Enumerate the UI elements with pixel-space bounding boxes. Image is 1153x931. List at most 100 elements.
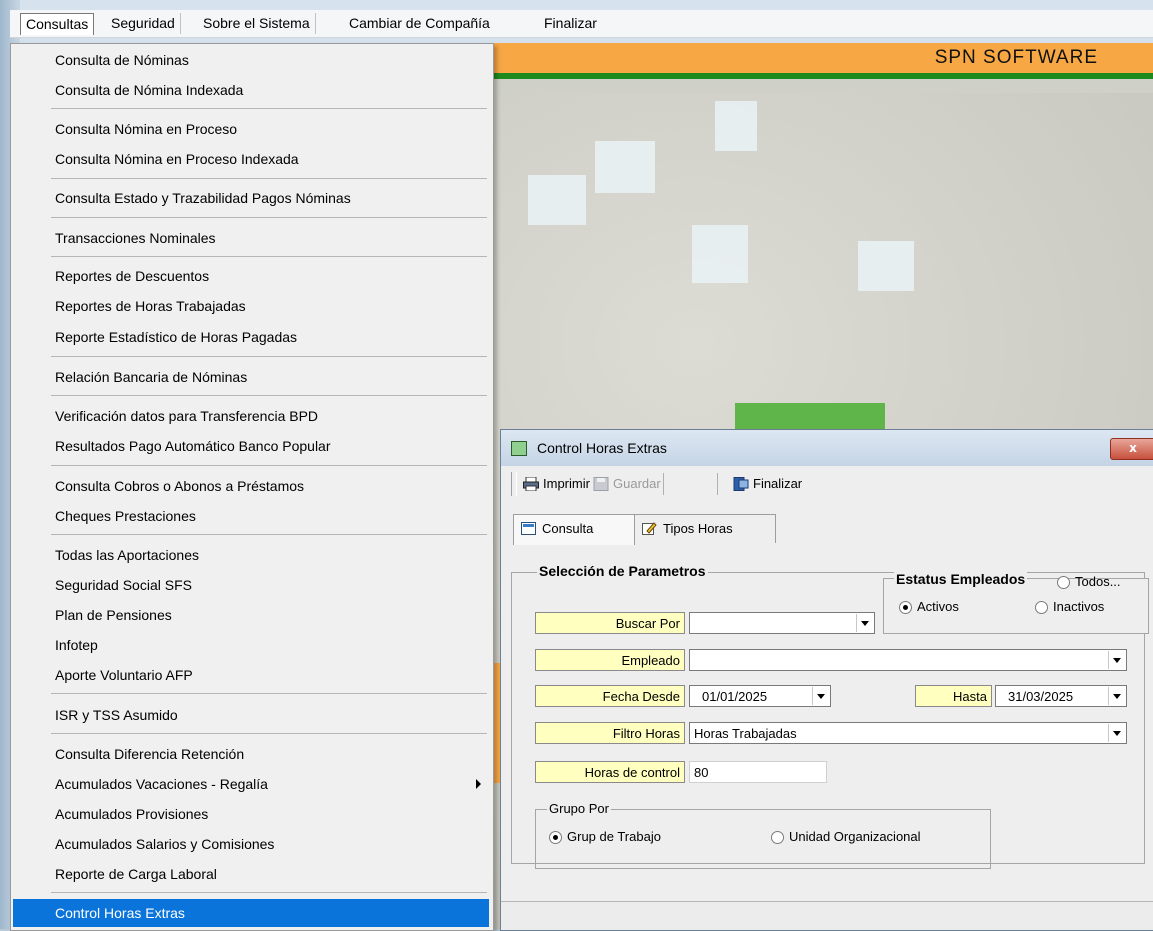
exit-door-icon: [733, 477, 749, 491]
radio-activos-label: Activos: [917, 599, 959, 614]
menu-separator: [51, 256, 487, 257]
radio-dot-checked: [549, 831, 562, 844]
fecha-desde-picker[interactable]: 01/01/2025: [689, 685, 831, 707]
empleado-combo[interactable]: [689, 649, 1127, 671]
wallpaper-note: [595, 141, 655, 193]
radio-unidad-organizacional[interactable]: Unidad Organizacional: [771, 828, 921, 846]
empleado-label: Empleado: [535, 649, 685, 671]
menu-finalizar[interactable]: Finalizar: [539, 13, 602, 34]
menu-item-acumulados-provisiones[interactable]: Acumulados Provisiones: [13, 800, 489, 828]
submenu-arrow-icon: [476, 779, 481, 789]
print-button[interactable]: Imprimir: [523, 474, 590, 494]
wallpaper-note: [692, 225, 748, 283]
dialog-status-bar: [501, 901, 1153, 930]
hasta-label: Hasta: [915, 685, 992, 707]
menu-item-seguridad-social-sfs[interactable]: Seguridad Social SFS: [13, 571, 489, 599]
chevron-down-icon[interactable]: [856, 614, 873, 632]
dialog-titlebar[interactable]: Control Horas Extras x: [501, 430, 1153, 466]
estatus-group-title: Estatus Empleados: [894, 571, 1027, 587]
menu-separator: [51, 892, 487, 893]
hasta-value: 31/03/2025: [1008, 689, 1073, 704]
menu-item-label: Acumulados Vacaciones - Regalía: [55, 776, 268, 792]
menu-consultas[interactable]: Consultas: [20, 13, 94, 35]
menu-item-nomina-en-proceso[interactable]: Consulta Nómina en Proceso: [13, 115, 489, 143]
tab-consulta[interactable]: Consulta: [513, 514, 635, 545]
printer-icon: [523, 477, 539, 491]
menu-separator: [51, 108, 487, 109]
menu-item-diferencia-retencion[interactable]: Consulta Diferencia Retención: [13, 740, 489, 768]
menu-item-cobros-prestamos[interactable]: Consulta Cobros o Abonos a Préstamos: [13, 472, 489, 500]
tab-tipos-horas[interactable]: Tipos Horas: [634, 514, 776, 543]
menu-separator: [51, 178, 487, 179]
chevron-down-icon[interactable]: [1108, 651, 1125, 669]
menu-item-plan-pensiones[interactable]: Plan de Pensiones: [13, 601, 489, 629]
menu-item-infotep[interactable]: Infotep: [13, 631, 489, 659]
menu-item-isr-tss[interactable]: ISR y TSS Asumido: [13, 701, 489, 729]
exit-button[interactable]: Finalizar: [733, 474, 802, 494]
horas-control-label: Horas de control: [535, 761, 685, 783]
menu-item-salarios-comisiones[interactable]: Acumulados Salarios y Comisiones: [13, 830, 489, 858]
menu-seguridad[interactable]: Seguridad: [106, 13, 181, 34]
chevron-down-icon[interactable]: [1108, 687, 1125, 705]
menu-item-control-horas-extras[interactable]: Control Horas Extras: [13, 899, 489, 927]
menu-item-aporte-voluntario-afp[interactable]: Aporte Voluntario AFP: [13, 661, 489, 689]
filtro-horas-combo[interactable]: Horas Trabajadas: [689, 722, 1127, 744]
consultas-dropdown: Consulta de Nóminas Consulta de Nómina I…: [10, 43, 494, 931]
edit-note-icon: [642, 522, 657, 535]
radio-inactivos[interactable]: Inactivos: [1035, 598, 1104, 616]
menu-item-relacion-bancaria[interactable]: Relación Bancaria de Nóminas: [13, 363, 489, 391]
buscar-por-combo[interactable]: [689, 612, 875, 634]
menu-item-consulta-nomina-indexada[interactable]: Consulta de Nómina Indexada: [13, 76, 489, 104]
dialog-title: Control Horas Extras: [537, 440, 667, 456]
radio-activos[interactable]: Activos: [899, 598, 959, 616]
menu-cambiar-compania[interactable]: Cambiar de Compañía: [344, 13, 495, 34]
chevron-down-icon[interactable]: [1108, 724, 1125, 742]
menu-item-reporte-estadistico-horas[interactable]: Reporte Estadístico de Horas Pagadas: [13, 323, 489, 351]
menu-item-estado-trazabilidad[interactable]: Consulta Estado y Trazabilidad Pagos Nóm…: [13, 184, 489, 212]
filtro-horas-label: Filtro Horas: [535, 722, 685, 744]
print-label: Imprimir: [543, 476, 590, 491]
radio-dot: [771, 831, 784, 844]
chevron-down-icon[interactable]: [812, 687, 829, 705]
radio-inactivos-label: Inactivos: [1053, 599, 1104, 614]
menu-item-verificacion-bpd[interactable]: Verificación datos para Transferencia BP…: [13, 402, 489, 430]
filtro-horas-value: Horas Trabajadas: [694, 726, 797, 741]
grupo-por-title: Grupo Por: [547, 801, 611, 816]
menu-item-reportes-horas-trabajadas[interactable]: Reportes de Horas Trabajadas: [13, 292, 489, 320]
menu-item-reportes-descuentos[interactable]: Reportes de Descuentos: [13, 262, 489, 290]
menu-item-vacaciones-regalia[interactable]: Acumulados Vacaciones - Regalía: [13, 770, 489, 798]
toolbar-grip[interactable]: [511, 472, 517, 496]
menu-item-transacciones-nominales[interactable]: Transacciones Nominales: [13, 224, 489, 252]
menu-item-consulta-nominas[interactable]: Consulta de Nóminas: [13, 46, 489, 74]
wallpaper-note: [858, 241, 914, 291]
menu-separator: [51, 395, 487, 396]
wallpaper-note: [715, 101, 757, 151]
horas-control-input[interactable]: 80: [689, 761, 827, 783]
hasta-picker[interactable]: 31/03/2025: [995, 685, 1127, 707]
app-window-icon: [511, 441, 527, 456]
tab-tipos-horas-label: Tipos Horas: [663, 521, 733, 536]
menu-item-todas-aportaciones[interactable]: Todas las Aportaciones: [13, 541, 489, 569]
close-button[interactable]: x: [1110, 438, 1153, 460]
tab-consulta-label: Consulta: [542, 521, 593, 536]
radio-dot: [1035, 601, 1048, 614]
menu-item-nomina-proceso-indexada[interactable]: Consulta Nómina en Proceso Indexada: [13, 145, 489, 173]
wallpaper-note: [528, 175, 586, 225]
menu-bar: Consultas Seguridad Sobre el Sistema Cam…: [10, 10, 1153, 38]
menu-sobre-el-sistema[interactable]: Sobre el Sistema: [198, 13, 316, 34]
consulta-tab-icon: [521, 522, 536, 535]
radio-grup-trabajo-label: Grup de Trabajo: [567, 829, 661, 844]
menu-separator: [51, 465, 487, 466]
menu-separator: [51, 693, 487, 694]
banner-title: SPN SOFTWARE: [935, 47, 1098, 69]
radio-grup-trabajo[interactable]: Grup de Trabajo: [549, 828, 661, 846]
menu-item-cheques-prestaciones[interactable]: Cheques Prestaciones: [13, 502, 489, 530]
menu-separator: [51, 217, 487, 218]
menu-item-carga-laboral[interactable]: Reporte de Carga Laboral: [13, 860, 489, 888]
radio-todos[interactable]: Todos...: [1057, 573, 1121, 591]
control-horas-extras-dialog: Control Horas Extras x Imprimir Guardar …: [500, 429, 1153, 931]
save-button[interactable]: Guardar: [593, 474, 661, 494]
menu-separator: [51, 356, 487, 357]
radio-todos-label: Todos...: [1075, 574, 1121, 589]
menu-item-pago-banco-popular[interactable]: Resultados Pago Automático Banco Popular: [13, 432, 489, 460]
